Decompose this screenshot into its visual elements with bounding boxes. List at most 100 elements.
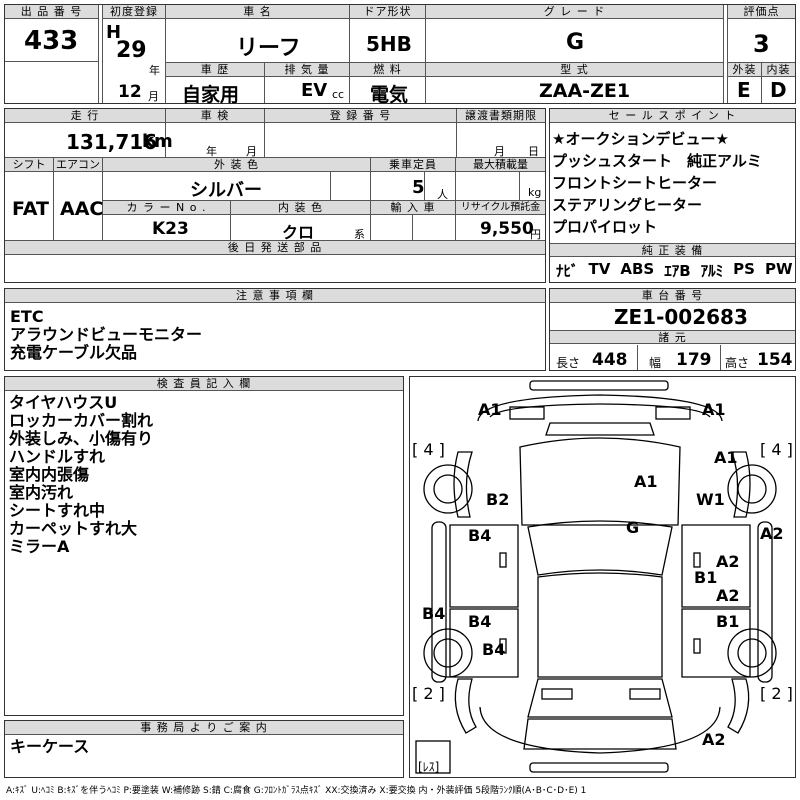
sales-points-list: ★オークションデビュー★ プッシュスタート 純正アルミ フロントシートヒーター … [552,128,762,238]
width-value: 179 [676,350,712,370]
recycle-value: 9,550 [480,219,534,239]
damage-rear-bumper-a2: A2 [702,730,726,749]
import-label: 輸 入 車 [371,201,455,215]
inspector-line: ミラーA [9,537,70,556]
first-reg-label: 初度登録 [103,5,165,19]
specs-label: 諸 元 [550,330,795,344]
color-no-value: K23 [152,219,189,239]
inspector-line: カーペットすれ大 [9,519,138,538]
equipment-item-tv: TV [588,260,611,278]
inspector-line: 室内内張傷 [9,465,90,484]
damage-right-mid-b1: B1 [694,568,718,587]
car-outline [415,380,777,774]
shift-label: シフト [5,158,53,172]
sales-point-item: ★オークションデビュー★ [552,130,729,148]
length-label: 長さ [556,356,581,370]
sales-points-label: セ ー ル ス ポ イ ン ト [550,109,795,123]
office-label: 事 務 局 よ り ご 案 内 [5,721,403,735]
inspector-line: タイヤハウスU [9,393,118,412]
car-name-label: 車 名 [166,5,349,19]
exterior-color-label: 外 装 色 [103,158,370,172]
max-load-unit: kg [528,186,542,199]
damage-fender-left-b2: B2 [486,490,510,509]
mileage-unit: km [142,131,173,152]
inspector-label: 検 査 員 記 入 欄 [5,377,403,391]
width-label: 幅 [649,356,662,370]
inspector-line: 外装しみ、小傷有り [9,429,154,448]
history-label: 車 歴 [166,63,264,77]
tire-front-left: [ 4 ] [412,440,445,459]
color-no-label: カ ラ ー N o . [103,201,230,215]
height-label: 高さ [725,356,750,370]
damage-hood-a1: A1 [634,472,658,491]
damage-right-side-a2: A2 [760,524,784,543]
score-value: 3 [753,30,770,58]
equipment-list: ﾅﾋﾞ TV ABS ｴｱB ｱﾙﾐ PS PW [556,260,793,281]
notes-label: 注 意 事 項 欄 [5,289,545,303]
interior-grade-value: D [770,78,787,102]
height-value: 154 [757,350,793,370]
aircon-value: AAC [60,198,104,220]
recycle-label: リサイクル預託金 [456,201,545,215]
exterior-grade-value: E [737,78,751,102]
model-label: 型 式 [426,63,723,77]
mileage-label: 走 行 [5,109,165,123]
inspector-line: 室内汚れ [9,483,74,502]
office-line: キーケース [10,737,90,756]
registration-label: 登 録 番 号 [265,109,456,123]
fuel-value: 電気 [370,84,409,106]
aircon-label: エアコン [54,158,102,172]
legend: A:ｷｽﾞ U:ﾍｺﾐ B:ｷｽﾞを伴うﾍｺﾐ P:要塗装 W:補修跡 S:錆 … [6,786,587,796]
equipment-item-airbag: ｴｱB [664,262,691,280]
tire-front-right: [ 4 ] [760,440,793,459]
damage-left-door-front-b4: B4 [468,526,492,545]
damage-left-rocker-b4: B4 [422,604,446,623]
first-reg-month-unit: 月 [148,90,159,103]
first-reg-year: 29 [116,38,147,63]
door-label: ドア形状 [350,5,425,19]
equipment-item-alloy: ｱﾙﾐ [700,262,724,280]
lot-value: 433 [24,26,79,56]
inspector-line: ロッカーカバー割れ [9,411,154,430]
damage-right-door-front-a2: A2 [716,552,740,571]
score-label: 評価点 [728,5,795,19]
damage-windshield-w1: W1 [696,490,725,509]
later-parts-label: 後 日 発 送 部 品 [5,241,545,255]
equipment-item-navi: ﾅﾋﾞ [556,262,579,280]
spare-tire: [ﾚｽ] [418,760,440,774]
damage-roof-g: G [626,518,640,537]
first-reg-month: 12 [118,82,142,102]
sales-point-item: フロントシートヒーター [552,174,718,192]
grade-label: グ レ ー ド [426,5,723,19]
exterior-grade-label: 外装 [728,63,761,77]
interior-color-label: 内 装 色 [231,201,370,215]
capacity-label: 乗車定員 [371,158,455,172]
car-diagram [409,376,796,778]
tire-rear-left: [ 2 ] [412,684,445,703]
car-name-value: リーフ [236,36,301,61]
tire-rear-right: [ 2 ] [760,684,793,703]
damage-right-door-rear-b1: B1 [716,612,740,631]
equipment-label: 純 正 装 備 [550,243,795,257]
grade-value: G [566,30,585,55]
displacement-label: 排 気 量 [265,63,349,77]
damage-front-right-a1: A1 [702,400,726,419]
inspector-line: シートすれ中 [9,501,106,520]
damage-left-quarter-b4: B4 [482,640,506,659]
inspector-line: ハンドルすれ [9,447,106,466]
chassis-value: ZE1-002683 [614,305,748,329]
notes-list: ETC アラウンドビューモニター 充電ケーブル欠品 [10,308,202,362]
lot-label: 出 品 番 号 [5,5,98,19]
capacity-value: 5 [412,177,425,198]
chassis-label: 車 台 番 号 [550,289,795,303]
damage-right-door-rear-a2: A2 [716,586,740,605]
note-line: 充電ケーブル欠品 [10,343,138,362]
damage-left-door-rear-b4: B4 [468,612,492,631]
equipment-item-pw: PW [764,260,793,278]
length-value: 448 [592,350,628,370]
history-value: 自家用 [182,84,240,106]
equipment-item-ps: PS [733,260,755,278]
max-load-label: 最大積載量 [456,158,545,172]
model-value: ZAA-ZE1 [539,80,631,102]
inspector-list: タイヤハウスU ロッカーカバー割れ 外装しみ、小傷有り ハンドルすれ 室内内張傷… [9,394,153,556]
